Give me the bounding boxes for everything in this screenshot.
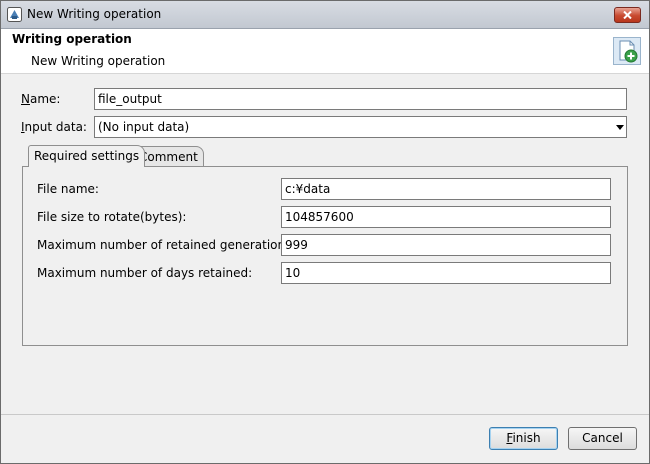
title-bar: New Writing operation — [1, 1, 649, 29]
chevron-down-icon[interactable] — [616, 125, 624, 130]
name-label-mnemonic: N — [21, 92, 30, 106]
close-button[interactable] — [614, 7, 641, 23]
finish-label-rest: inish — [512, 431, 541, 445]
rotate-size-field[interactable]: 104857600 — [281, 206, 611, 228]
name-label-rest: ame: — [29, 92, 61, 106]
cancel-button[interactable]: Cancel — [568, 427, 637, 450]
retained-days-field[interactable]: 10 — [281, 262, 611, 284]
retained-generations-label: Maximum number of retained generations: — [37, 238, 296, 252]
header-title: Writing operation — [12, 32, 132, 46]
name-field[interactable]: file_output — [94, 88, 627, 110]
header-subtitle: New Writing operation — [31, 54, 166, 68]
name-label: Name: — [21, 92, 60, 106]
retained-days-label: Maximum number of days retained: — [37, 266, 253, 280]
file-name-field[interactable]: c:¥data — [281, 178, 611, 200]
finish-button[interactable]: Finish — [489, 427, 558, 450]
rotate-size-label: File size to rotate(bytes): — [37, 210, 187, 224]
document-add-icon — [613, 37, 641, 65]
input-data-selected-value: (No input data) — [98, 120, 190, 134]
dialog-window: New Writing operation Writing operation … — [0, 0, 650, 464]
dialog-header: Writing operation New Writing operation — [1, 29, 649, 74]
input-data-label: Input data: — [21, 120, 87, 134]
app-window-icon — [7, 7, 22, 22]
tab-required-settings[interactable]: Required settings — [28, 145, 146, 167]
input-data-select[interactable]: (No input data) — [94, 116, 627, 138]
input-data-label-rest: nput data: — [24, 120, 87, 134]
window-title: New Writing operation — [27, 7, 162, 21]
retained-generations-field[interactable]: 999 — [281, 234, 611, 256]
file-name-label: File name: — [37, 182, 99, 196]
footer-divider — [1, 414, 649, 415]
